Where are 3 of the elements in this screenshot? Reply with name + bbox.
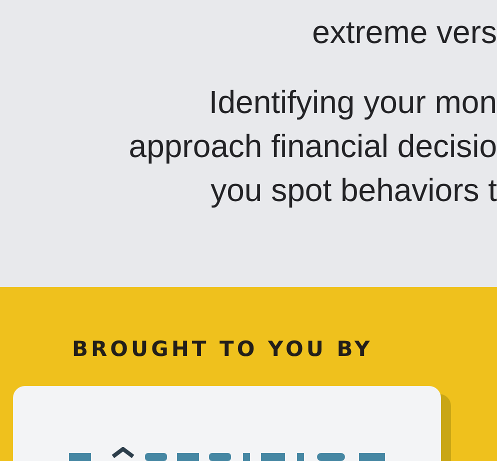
body-text: extreme vers (312, 13, 497, 52)
section-heading: BROUGHT TO YOU BY (72, 336, 373, 362)
paragraph: Identifying your mon approach financial decisio you spot behaviors t (128, 83, 497, 210)
